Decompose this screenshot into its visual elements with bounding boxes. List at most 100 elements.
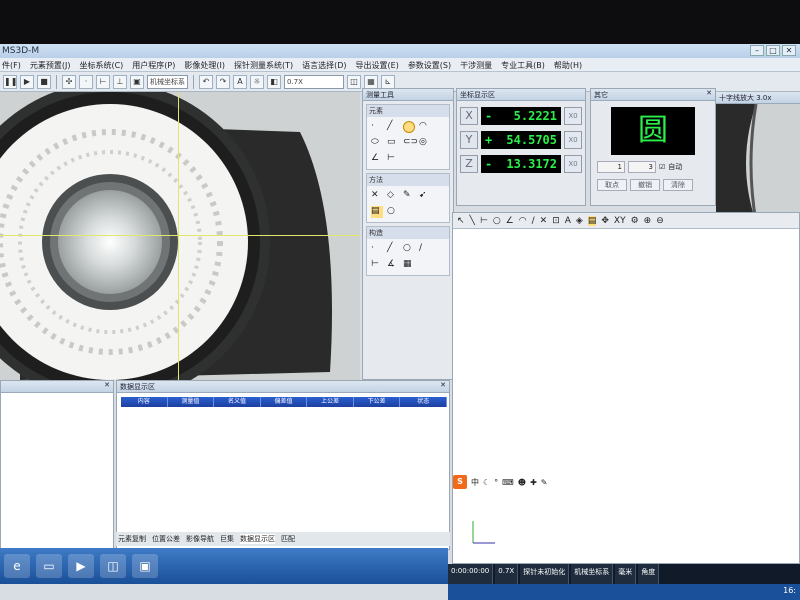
line-icon[interactable]: ╱ <box>387 121 399 133</box>
grid-icon[interactable]: ▦ <box>364 74 378 89</box>
z-zero-button[interactable]: X0 <box>564 155 582 173</box>
camera-view[interactable] <box>0 92 360 380</box>
app-window-icon[interactable]: ▣ <box>132 554 158 578</box>
move-icon[interactable]: ✥ <box>601 216 609 226</box>
probe-tool-icon[interactable]: ✣ <box>62 74 76 89</box>
zoom-camera-view[interactable]: 十字线放大 3.0x <box>716 92 800 222</box>
distance-icon[interactable]: ⊢ <box>371 259 383 271</box>
menu-language[interactable]: 语言选择(D) <box>302 60 346 70</box>
fill-icon[interactable]: ◈ <box>576 216 583 226</box>
clear-button[interactable]: 清除 <box>663 179 693 191</box>
cross-icon[interactable]: ✕ <box>540 216 548 226</box>
close-icon[interactable]: ✕ <box>440 381 446 389</box>
color-icon[interactable]: ◧ <box>267 74 281 89</box>
menu-pro-tools[interactable]: 专业工具(B) <box>501 60 545 70</box>
point-icon[interactable]: · <box>371 121 383 133</box>
undo-button[interactable]: 撤销 <box>630 179 660 191</box>
count-field-1[interactable]: 1 <box>597 161 625 173</box>
zoom-in-icon[interactable]: ⊕ <box>644 216 652 226</box>
column-header[interactable]: 测量值 <box>168 397 215 407</box>
ime-chinese-icon[interactable]: 中 <box>471 477 479 488</box>
menu-parameter-settings[interactable]: 参数设置(S) <box>408 60 451 70</box>
pen-icon[interactable]: ✎ <box>403 190 415 202</box>
arc-icon[interactable]: ◠ <box>519 216 527 226</box>
column-header[interactable]: 上公差 <box>307 397 354 407</box>
point-tool-icon[interactable]: · <box>79 74 93 89</box>
arc-icon[interactable]: ◠ <box>419 121 431 133</box>
slot-icon[interactable]: ⊂⊃ <box>403 137 418 149</box>
ellipse-icon[interactable]: ⬭ <box>371 137 383 149</box>
xy-icon[interactable]: XY <box>614 216 626 226</box>
menu-probe-system[interactable]: 探针测量系统(T) <box>234 60 293 70</box>
ime-punctuation-icon[interactable]: ° <box>494 478 498 487</box>
menu-user-program[interactable]: 用户程序(P) <box>132 60 175 70</box>
menu-coordinate-system[interactable]: 坐标系统(C) <box>79 60 123 70</box>
select-icon[interactable]: ▤ <box>587 215 597 226</box>
distance-icon[interactable]: ⊢ <box>387 153 399 165</box>
close-button[interactable]: ✕ <box>782 45 796 56</box>
x-zero-button[interactable]: X0 <box>564 107 582 125</box>
coordinate-tool-icon[interactable]: ⊥ <box>113 74 127 89</box>
ime-moon-icon[interactable]: ☾ <box>483 478 490 487</box>
zoom-select[interactable]: 0.7X <box>284 74 344 89</box>
auto-checkbox[interactable]: ☑ <box>659 163 665 171</box>
menu-interference[interactable]: 干涉测量 <box>460 60 492 70</box>
media-player-icon[interactable]: ▶ <box>68 554 94 578</box>
line-icon[interactable]: ╱ <box>387 243 399 255</box>
light-icon[interactable]: ☼ <box>250 74 264 89</box>
tab-position-tolerance[interactable]: 位置公差 <box>152 534 180 544</box>
diamond-icon[interactable]: ◇ <box>387 190 399 202</box>
ring-icon[interactable]: ◎ <box>419 137 431 149</box>
angle-icon[interactable]: ∠ <box>371 153 383 165</box>
coordinate-system-select[interactable]: 机械坐标系 <box>147 74 188 89</box>
curve-icon[interactable]: ∕ <box>532 216 535 226</box>
angle-icon[interactable]: ∡ <box>387 259 399 271</box>
distance-icon[interactable]: ⊢ <box>480 216 488 226</box>
file-explorer-icon[interactable]: ▭ <box>36 554 62 578</box>
tab-image-navigation[interactable]: 影像导航 <box>186 534 214 544</box>
play-icon[interactable]: ▶ <box>20 74 34 89</box>
graphics-panel[interactable]: ↖ ╲ ⊢ ○ ∠ ◠ ∕ ✕ ⊡ A ◈ ▤ ✥ XY ⚙ ⊕ ⊖ S 中 ☾… <box>452 212 800 564</box>
point-icon[interactable]: · <box>371 243 383 255</box>
zoom-fit-icon[interactable]: ⊡ <box>552 216 560 226</box>
close-icon[interactable]: ✕ <box>706 89 712 97</box>
tab-macro[interactable]: 巨集 <box>220 534 234 544</box>
text-icon[interactable]: A <box>565 216 571 226</box>
menu-element-preset[interactable]: 元素预置(J) <box>30 60 71 70</box>
circle-icon[interactable]: ○ <box>403 243 415 255</box>
menu-file[interactable]: 件(F) <box>2 60 21 70</box>
circle-outline-icon[interactable]: ○ <box>387 206 399 218</box>
tab-data-display[interactable]: 数据显示区 <box>240 534 275 544</box>
tab-element-copy[interactable]: 元素复制 <box>118 534 146 544</box>
menu-image-processing[interactable]: 影像处理(I) <box>184 60 225 70</box>
curve-icon[interactable]: ∕ <box>419 243 431 255</box>
close-icon[interactable]: ✕ <box>104 381 110 389</box>
arrow-icon[interactable]: ↖ <box>457 216 465 226</box>
line-icon[interactable]: ╲ <box>470 216 475 226</box>
circle-icon[interactable]: ○ <box>493 216 501 226</box>
column-header[interactable]: 下公差 <box>354 397 401 407</box>
cross-icon[interactable]: ✕ <box>371 190 383 202</box>
column-header[interactable]: 名义值 <box>214 397 261 407</box>
save-icon[interactable]: ▣ <box>130 74 144 89</box>
tab-match[interactable]: 匹配 <box>281 534 295 544</box>
menu-help[interactable]: 帮助(H) <box>554 60 582 70</box>
text-tool-icon[interactable]: A <box>233 74 247 89</box>
angle-icon[interactable]: ∠ <box>506 216 514 226</box>
settings-icon[interactable]: ⚙ <box>631 216 639 226</box>
column-header[interactable]: 偏差值 <box>261 397 308 407</box>
pause-icon[interactable]: ❚❚ <box>3 74 17 89</box>
ime-user-icon[interactable]: ☻ <box>518 478 526 487</box>
internet-explorer-icon[interactable]: e <box>4 554 30 578</box>
redo-icon[interactable]: ↷ <box>216 74 230 89</box>
ime-skin-icon[interactable]: ✚ <box>530 478 537 487</box>
pointer-icon[interactable]: ➹ <box>419 190 431 202</box>
column-header[interactable]: 状态 <box>400 397 448 407</box>
measuring-app-icon[interactable]: ◫ <box>100 554 126 578</box>
rectangle-icon[interactable]: ▭ <box>387 137 399 149</box>
circle-icon[interactable] <box>403 121 415 133</box>
camera-icon[interactable]: ◫ <box>347 74 361 89</box>
minimize-button[interactable]: – <box>750 45 764 56</box>
take-point-button[interactable]: 取点 <box>597 179 627 191</box>
undo-icon[interactable]: ↶ <box>199 74 213 89</box>
